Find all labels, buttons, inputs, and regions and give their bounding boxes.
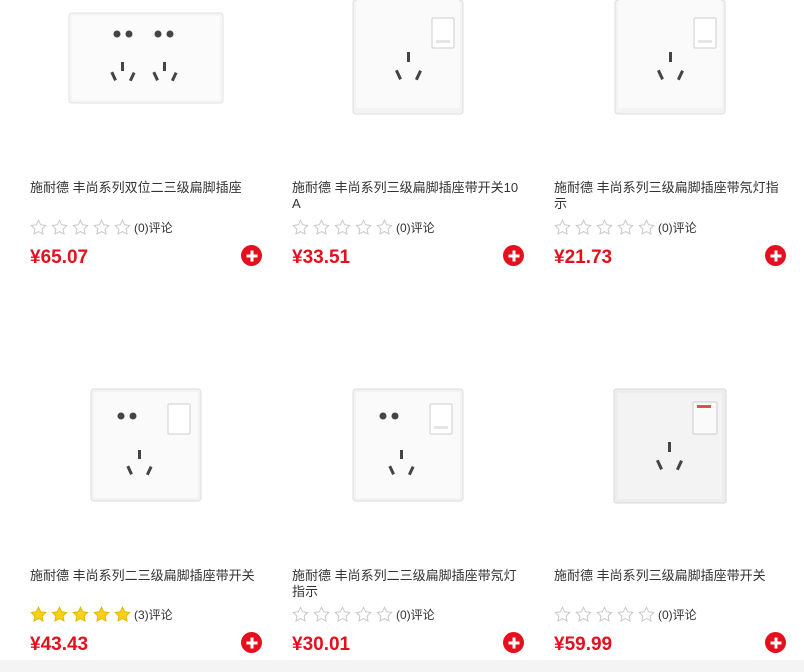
star-rating [292, 218, 393, 236]
add-to-cart-button[interactable] [241, 632, 262, 653]
product-price: ¥30.01 [292, 634, 351, 655]
product-title[interactable]: 施耐德 丰尚系列二三级扁脚插座带氖灯指示 [292, 568, 524, 600]
star-empty-icon [575, 605, 592, 622]
product-price: ¥59.99 [554, 634, 613, 655]
star-empty-icon [292, 605, 309, 622]
product-price: ¥65.07 [30, 247, 89, 268]
star-empty-icon [72, 218, 89, 235]
star-filled-icon [51, 605, 68, 622]
product-title[interactable]: 施耐德 丰尚系列三级扁脚插座带氖灯指示 [554, 180, 786, 212]
star-empty-icon [575, 218, 592, 235]
product-rating: (0)评论 [292, 605, 435, 623]
star-filled-icon [93, 605, 110, 622]
product-rating: (0)评论 [554, 218, 697, 236]
product-image[interactable] [554, 0, 786, 116]
star-empty-icon [554, 605, 571, 622]
product-card[interactable]: 施耐德 丰尚系列双位二三级扁脚插座 (0)评论 ¥65.07 [30, 0, 262, 280]
star-empty-icon [596, 218, 613, 235]
star-empty-icon [51, 218, 68, 235]
product-card[interactable]: 施耐德 丰尚系列二三级扁脚插座带开关 (3)评论 ¥43.43 [30, 380, 262, 660]
star-empty-icon [638, 218, 655, 235]
add-to-cart-button[interactable] [503, 632, 524, 653]
product-title[interactable]: 施耐德 丰尚系列双位二三级扁脚插座 [30, 180, 262, 196]
product-card[interactable]: 施耐德 丰尚系列三级扁脚插座带开关 (0)评论 ¥59.99 [554, 380, 786, 660]
star-filled-icon [114, 605, 131, 622]
star-rating [30, 218, 131, 236]
review-count[interactable]: (0)评论 [658, 606, 697, 623]
product-price: ¥43.43 [30, 634, 89, 655]
product-image[interactable] [30, 12, 262, 104]
star-empty-icon [313, 218, 330, 235]
star-empty-icon [617, 218, 634, 235]
star-empty-icon [617, 605, 634, 622]
product-price: ¥33.51 [292, 247, 351, 268]
product-image[interactable] [292, 388, 524, 502]
star-rating [292, 605, 393, 623]
add-to-cart-button[interactable] [241, 245, 262, 266]
star-empty-icon [334, 218, 351, 235]
star-empty-icon [334, 605, 351, 622]
star-empty-icon [554, 218, 571, 235]
product-rating: (0)评论 [292, 218, 435, 236]
product-title[interactable]: 施耐德 丰尚系列三级扁脚插座带开关10A [292, 180, 524, 212]
add-to-cart-button[interactable] [765, 632, 786, 653]
star-filled-icon [72, 605, 89, 622]
product-image[interactable] [30, 388, 262, 502]
product-price: ¥21.73 [554, 247, 613, 268]
star-empty-icon [30, 218, 47, 235]
product-title[interactable]: 施耐德 丰尚系列三级扁脚插座带开关 [554, 568, 786, 584]
star-empty-icon [292, 218, 309, 235]
star-empty-icon [355, 605, 372, 622]
review-count[interactable]: (0)评论 [658, 219, 697, 236]
product-image[interactable] [292, 0, 524, 116]
review-count[interactable]: (0)评论 [396, 606, 435, 623]
star-empty-icon [638, 605, 655, 622]
product-card[interactable]: 施耐德 丰尚系列三级扁脚插座带开关10A (0)评论 ¥33.51 [292, 0, 524, 280]
star-empty-icon [114, 218, 131, 235]
star-empty-icon [376, 605, 393, 622]
product-title[interactable]: 施耐德 丰尚系列二三级扁脚插座带开关 [30, 568, 262, 584]
star-empty-icon [313, 605, 330, 622]
product-rating: (3)评论 [30, 605, 173, 623]
review-count[interactable]: (0)评论 [396, 219, 435, 236]
add-to-cart-button[interactable] [503, 245, 524, 266]
review-count[interactable]: (3)评论 [134, 606, 173, 623]
add-to-cart-button[interactable] [765, 245, 786, 266]
review-count[interactable]: (0)评论 [134, 219, 173, 236]
product-card[interactable]: 施耐德 丰尚系列二三级扁脚插座带氖灯指示 (0)评论 ¥30.01 [292, 380, 524, 660]
star-rating [554, 218, 655, 236]
product-card[interactable]: 施耐德 丰尚系列三级扁脚插座带氖灯指示 (0)评论 ¥21.73 [554, 0, 786, 280]
star-rating [554, 605, 655, 623]
product-rating: (0)评论 [30, 218, 173, 236]
star-rating [30, 605, 131, 623]
star-empty-icon [376, 218, 393, 235]
star-empty-icon [355, 218, 372, 235]
product-grid: 施耐德 丰尚系列双位二三级扁脚插座 (0)评论 ¥65.07 施耐德 丰尚系列三… [0, 0, 804, 672]
star-filled-icon [30, 605, 47, 622]
star-empty-icon [596, 605, 613, 622]
page-footer-strip [0, 660, 804, 672]
star-empty-icon [93, 218, 110, 235]
product-rating: (0)评论 [554, 605, 697, 623]
product-image[interactable] [554, 388, 786, 504]
